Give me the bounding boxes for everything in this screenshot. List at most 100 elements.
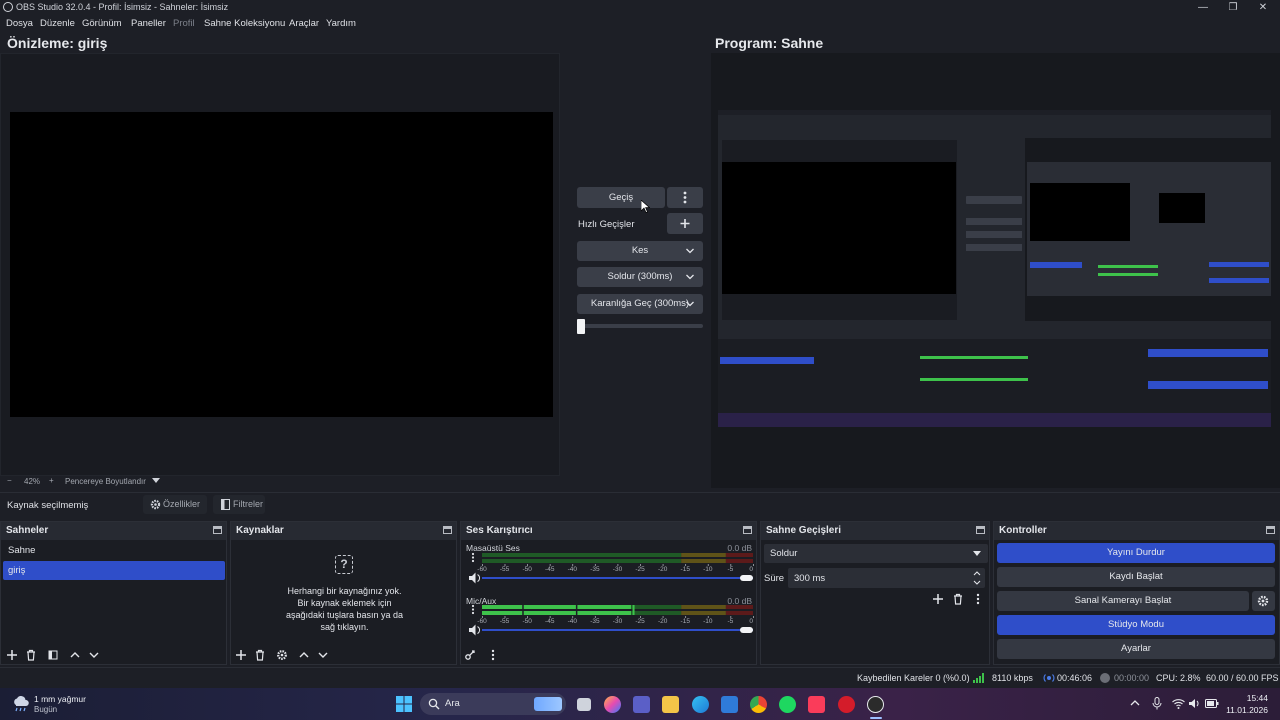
windows-start-icon[interactable] <box>396 696 412 712</box>
menu-bar: Dosya Düzenle Görünüm Paneller Profil Sa… <box>0 15 1280 33</box>
more-vertical-icon[interactable] <box>486 648 500 662</box>
chrome-icon[interactable] <box>750 696 767 713</box>
preview-canvas[interactable] <box>10 112 553 417</box>
channel-menu-icon[interactable] <box>471 556 475 559</box>
teams-icon[interactable] <box>633 696 650 713</box>
transition-select[interactable]: Soldur <box>764 544 988 563</box>
obs-taskbar-icon[interactable] <box>867 696 884 713</box>
empty-sources-text: Herhangi bir kaynağınız yok. Bir kaynak … <box>231 585 458 633</box>
zoom-in-button[interactable]: + <box>49 476 54 485</box>
spotify-icon[interactable] <box>779 696 796 713</box>
clock-time[interactable]: 15:44 <box>1247 693 1268 703</box>
advanced-audio-icon[interactable] <box>463 648 477 662</box>
volume-slider-handle[interactable] <box>740 575 753 581</box>
undock-icon[interactable] <box>976 526 985 534</box>
volume-slider-track[interactable] <box>482 629 753 631</box>
undock-icon[interactable] <box>443 526 452 534</box>
source-properties-icon[interactable] <box>275 648 289 662</box>
move-down-icon[interactable] <box>87 648 101 662</box>
weather-text[interactable]: 1 mm yağmur <box>34 694 86 704</box>
close-button[interactable]: ✕ <box>1248 1 1278 14</box>
start-virtual-camera-button[interactable]: Sanal Kamerayı Başlat <box>997 591 1249 611</box>
tbar-handle[interactable] <box>577 319 585 334</box>
zoom-out-button[interactable]: − <box>7 476 12 485</box>
chevron-up-icon[interactable] <box>1130 699 1140 707</box>
channel-menu-icon[interactable] <box>471 559 475 563</box>
maximize-button[interactable]: ❐ <box>1218 1 1248 14</box>
speaker-icon[interactable] <box>469 572 476 584</box>
add-source-icon[interactable] <box>234 648 248 662</box>
move-up-icon[interactable] <box>68 648 82 662</box>
file-explorer-icon[interactable] <box>662 696 679 713</box>
quick-transition-fade[interactable]: Soldur (300ms) <box>577 267 703 287</box>
menu-edit[interactable]: Düzenle <box>40 18 75 29</box>
task-view-icon[interactable] <box>577 698 591 711</box>
more-vertical-icon[interactable] <box>971 592 985 606</box>
spin-down-icon[interactable] <box>973 579 981 586</box>
microphone-icon[interactable] <box>1152 697 1162 710</box>
properties-button[interactable]: Özellikler <box>143 495 207 514</box>
meter-scale-label: -15 <box>681 618 691 625</box>
settings-button[interactable]: Ayarlar <box>997 639 1275 659</box>
menu-docks[interactable]: Paneller <box>131 18 166 29</box>
quick-transition-fade-to-black[interactable]: Karanlığa Geç (300ms) <box>577 294 703 314</box>
volume-icon[interactable] <box>1188 698 1201 709</box>
cpu-usage: CPU: 2.8% <box>1156 673 1201 683</box>
remove-transition-icon[interactable] <box>951 592 965 606</box>
add-quick-transition-button[interactable] <box>667 213 703 234</box>
rain-cloud-icon[interactable] <box>12 696 30 712</box>
menu-profile[interactable]: Profil <box>173 18 195 29</box>
scene-item-selected[interactable]: giriş <box>3 561 225 580</box>
scene-item[interactable]: Sahne <box>3 541 225 560</box>
spin-up-icon[interactable] <box>973 570 981 577</box>
menu-file[interactable]: Dosya <box>6 18 33 29</box>
empty-line-3: aşağıdaki tuşlara basın ya da <box>285 610 404 620</box>
remove-source-icon[interactable] <box>253 648 267 662</box>
filters-button[interactable]: Filtreler <box>213 495 265 514</box>
wifi-icon[interactable] <box>1172 698 1185 709</box>
weather-subtext[interactable]: Bugün <box>34 705 57 714</box>
channel-menu-icon[interactable] <box>471 608 475 611</box>
transition-menu-button[interactable] <box>667 187 703 208</box>
opera-icon[interactable] <box>838 696 855 713</box>
dropdown-arrow-icon[interactable] <box>152 478 160 484</box>
menu-view[interactable]: Görünüm <box>82 18 122 29</box>
stop-streaming-button[interactable]: Yayını Durdur <box>997 543 1275 563</box>
signal-icon <box>973 673 984 683</box>
copilot-icon[interactable] <box>604 696 621 713</box>
edge-icon[interactable] <box>692 696 709 713</box>
search-icon <box>428 698 440 710</box>
menu-tools[interactable]: Araçlar <box>289 18 319 29</box>
volume-slider-handle[interactable] <box>740 627 753 633</box>
add-scene-icon[interactable] <box>5 648 19 662</box>
channel-menu-icon[interactable] <box>471 611 475 615</box>
virtual-camera-settings-button[interactable] <box>1252 591 1275 611</box>
taskbar-search[interactable]: Ara <box>420 693 566 715</box>
channel-menu-icon[interactable] <box>471 552 475 556</box>
minimize-button[interactable]: — <box>1188 1 1218 14</box>
scene-filters-icon[interactable] <box>46 648 60 662</box>
menu-help[interactable]: Yardım <box>326 18 356 29</box>
undock-icon[interactable] <box>1266 526 1275 534</box>
move-down-icon[interactable] <box>316 648 330 662</box>
move-up-icon[interactable] <box>297 648 311 662</box>
remove-scene-icon[interactable] <box>24 648 38 662</box>
fit-to-window-label[interactable]: Pencereye Boyutlandır <box>65 477 146 486</box>
transition-button[interactable]: Geçiş <box>577 187 665 208</box>
studio-mode-button[interactable]: Stüdyo Modu <box>997 615 1275 635</box>
clock-date[interactable]: 11.01.2026 <box>1226 705 1268 715</box>
menu-scene-collection[interactable]: Sahne Koleksiyonu <box>204 18 285 29</box>
music-icon[interactable] <box>808 696 825 713</box>
undock-icon[interactable] <box>743 526 752 534</box>
start-recording-button[interactable]: Kaydı Başlat <box>997 567 1275 587</box>
store-icon[interactable] <box>721 696 738 713</box>
volume-slider-track[interactable] <box>482 577 753 579</box>
tbar-track[interactable] <box>578 324 703 328</box>
quick-transition-cut[interactable]: Kes <box>577 241 703 261</box>
channel-menu-icon[interactable] <box>471 604 475 608</box>
add-transition-icon[interactable] <box>931 592 945 606</box>
battery-icon[interactable] <box>1205 699 1219 708</box>
undock-icon[interactable] <box>213 526 222 534</box>
duration-spinbox[interactable]: 300 ms <box>788 568 985 588</box>
speaker-icon[interactable] <box>469 624 476 636</box>
